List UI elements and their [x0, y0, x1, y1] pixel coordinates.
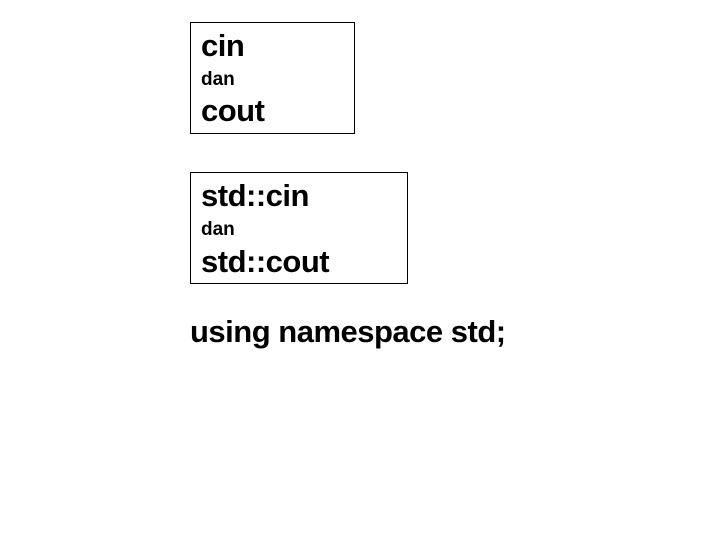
text-std-cin: std::cin [201, 177, 397, 216]
slide-content: cin dan cout std::cin dan std::cout usin… [190, 22, 506, 350]
text-cin: cin [201, 27, 344, 66]
text-cout: cout [201, 92, 344, 131]
text-using-namespace: using namespace std; [190, 314, 506, 350]
text-dan-1: dan [201, 68, 344, 93]
box-qualified-identifiers: std::cin dan std::cout [190, 172, 408, 284]
text-std-cout: std::cout [201, 243, 397, 282]
text-dan-2: dan [201, 218, 397, 243]
box-plain-identifiers: cin dan cout [190, 22, 355, 134]
